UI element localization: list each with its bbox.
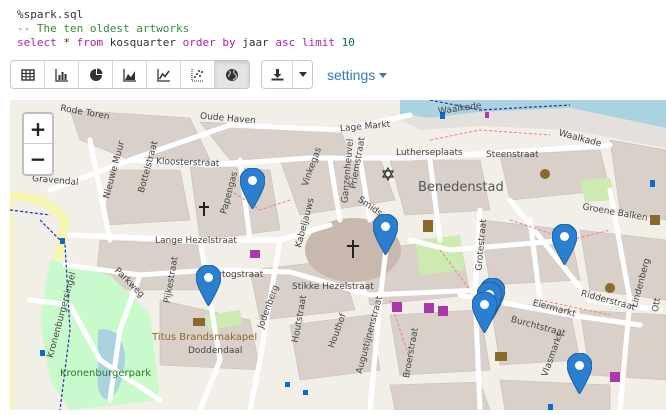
bar-chart-button[interactable] [45,61,79,88]
line-chart-button[interactable] [147,61,181,88]
street-label: Steenstraat [486,150,539,160]
map-view[interactable]: Rode Toren Oude Haven Lage Markt Waalkad… [10,100,666,410]
zoom-out-button[interactable]: − [24,144,52,174]
kw-from: from [76,36,104,49]
map-globe-icon [226,68,238,81]
area-chart-icon [122,68,136,82]
code-line-comment: -- The ten oldest artworks [17,22,355,36]
visualization-toolbar: settings [10,60,388,89]
zoom-control: + − [22,112,54,176]
download-dropdown-toggle[interactable] [293,61,312,88]
kw-limit: limit [301,36,335,49]
street-label: Doddendaal [188,346,243,356]
pie-chart-icon [89,68,102,81]
map-marker[interactable] [373,214,398,255]
map-marker[interactable] [472,292,497,333]
scatter-chart-icon [190,68,204,82]
street-label: Stikke Hezelstraat [292,282,374,292]
chevron-down-icon [298,72,307,77]
settings-dropdown[interactable]: settings [327,66,388,83]
kw-by: by [215,36,243,49]
table-icon [20,68,35,81]
table-button[interactable] [11,61,45,88]
code-comment: -- The ten oldest artworks [17,22,190,35]
map-marker[interactable] [552,224,577,265]
kw-asc: asc [275,36,296,49]
poi-label: Titus Brandsmakapel [152,332,258,343]
map-marker[interactable] [196,265,221,306]
map-button[interactable] [215,61,249,88]
download-icon [271,69,283,81]
code-editor[interactable]: %spark.sql -- The ten oldest artworks se… [17,8,355,50]
area-chart-button[interactable] [113,61,147,88]
map-marker[interactable] [240,168,265,209]
street-label: Lutherseplaats [396,148,463,158]
query-table: kosquarter [103,36,183,49]
bar-chart-icon [54,68,68,82]
download-group [261,60,313,89]
kw-select: select [17,36,57,49]
scatter-chart-button[interactable] [181,61,215,88]
pie-chart-button[interactable] [79,61,113,88]
settings-label: settings [327,66,376,83]
line-chart-icon [156,68,170,82]
street-label: Lange Hezelstraat [155,236,237,246]
code-line-query: select * from kosquarter order by jaar a… [17,36,355,50]
park-label: Kronenburgerpark [60,368,152,379]
kw-order: order [182,36,216,49]
query-limit-number: 10 [334,36,355,49]
query-space [295,36,302,49]
zoom-in-button[interactable]: + [24,114,52,144]
code-line-magic: %spark.sql [17,8,355,22]
map-marker[interactable] [567,353,592,394]
query-star: * [56,36,77,49]
magic-directive: %spark.sql [17,8,84,21]
query-column: jaar [242,36,276,49]
chart-type-group [10,60,250,89]
download-button[interactable] [262,61,293,88]
chevron-down-icon [379,73,388,78]
district-label: Benedenstad [418,180,504,195]
